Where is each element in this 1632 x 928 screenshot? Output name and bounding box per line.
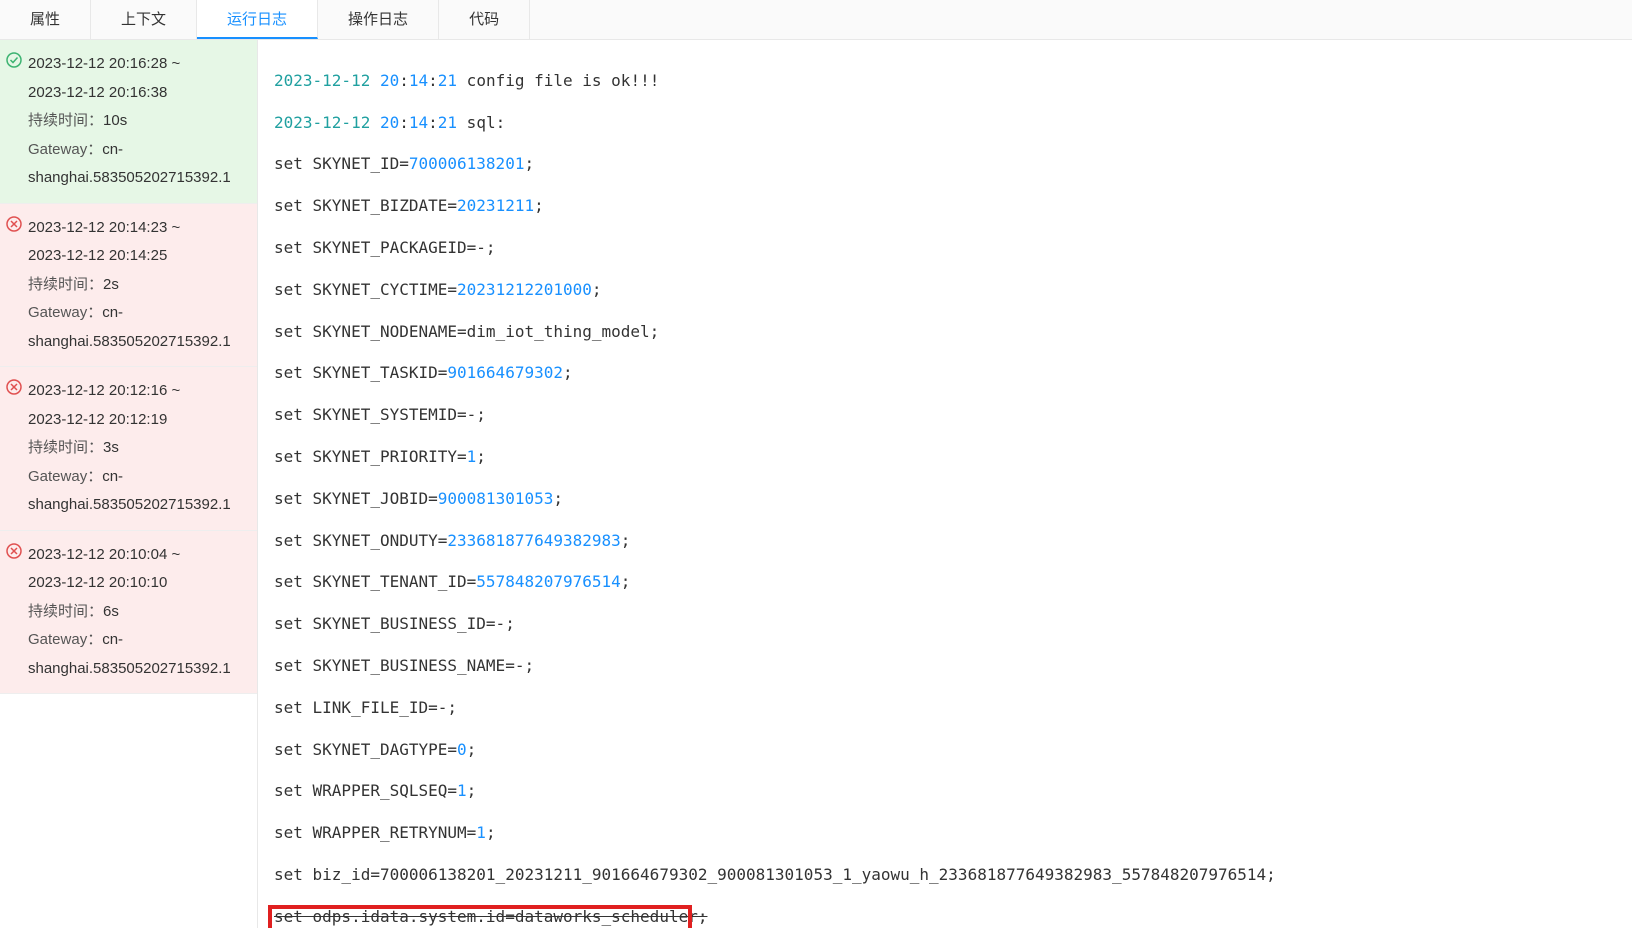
error-icon — [6, 216, 22, 232]
duration-label: 持续时间： — [28, 276, 103, 293]
log-line: set SKYNET_BUSINESS_ID=-; — [274, 614, 1616, 635]
tab-run-log[interactable]: 运行日志 — [197, 0, 318, 39]
tab-code[interactable]: 代码 — [439, 0, 530, 39]
main-area: 2023-12-12 20:16:28 ~ 2023-12-12 20:16:3… — [0, 40, 1632, 928]
run-start-time: 2023-12-12 20:16:28 — [28, 55, 167, 72]
duration-label: 持续时间： — [28, 112, 103, 129]
log-line: set SKYNET_TENANT_ID=557848207976514; — [274, 572, 1616, 593]
log-line: set SKYNET_ONDUTY=233681877649382983; — [274, 531, 1616, 552]
run-start-time: 2023-12-12 20:10:04 — [28, 546, 167, 563]
tab-attributes[interactable]: 属性 — [0, 0, 91, 39]
log-line: set SKYNET_ID=700006138201; — [274, 154, 1616, 175]
gateway-label: Gateway： — [28, 304, 102, 321]
run-history-sidebar[interactable]: 2023-12-12 20:16:28 ~ 2023-12-12 20:16:3… — [0, 40, 258, 928]
run-start-time: 2023-12-12 20:12:16 — [28, 382, 167, 399]
duration-label: 持续时间： — [28, 603, 103, 620]
gateway-label: Gateway： — [28, 141, 102, 158]
run-history-item[interactable]: 2023-12-12 20:14:23 ~ 2023-12-12 20:14:2… — [0, 204, 257, 368]
run-history-item[interactable]: 2023-12-12 20:16:28 ~ 2023-12-12 20:16:3… — [0, 40, 257, 204]
run-history-item[interactable]: 2023-12-12 20:10:04 ~ 2023-12-12 20:10:1… — [0, 531, 257, 695]
gateway-label: Gateway： — [28, 631, 102, 648]
log-line: set SKYNET_TASKID=901664679302; — [274, 363, 1616, 384]
log-line: set LINK_FILE_ID=-; — [274, 698, 1616, 719]
log-line: set WRAPPER_RETRYNUM=1; — [274, 823, 1616, 844]
run-end-time: 2023-12-12 20:10:10 — [28, 569, 249, 598]
log-line: 2023-12-12 20:14:21 sql: — [274, 113, 1616, 134]
log-line: set WRAPPER_SQLSEQ=1; — [274, 781, 1616, 802]
log-line: set SKYNET_CYCTIME=20231212201000; — [274, 280, 1616, 301]
duration-value: 6s — [103, 603, 119, 620]
error-icon — [6, 543, 22, 559]
error-icon — [6, 379, 22, 395]
log-output[interactable]: 2023-12-12 20:14:21 config file is ok!!!… — [258, 40, 1632, 928]
run-end-time: 2023-12-12 20:14:25 — [28, 242, 249, 271]
tab-context[interactable]: 上下文 — [91, 0, 197, 39]
log-line: 2023-12-12 20:14:21 config file is ok!!! — [274, 71, 1616, 92]
duration-label: 持续时间： — [28, 439, 103, 456]
duration-value: 2s — [103, 276, 119, 293]
log-line: set SKYNET_JOBID=900081301053; — [274, 489, 1616, 510]
run-end-time: 2023-12-12 20:12:19 — [28, 406, 249, 435]
log-line: set SKYNET_NODENAME=dim_iot_thing_model; — [274, 322, 1616, 343]
log-line: set SKYNET_DAGTYPE=0; — [274, 740, 1616, 761]
log-line: set biz_id=700006138201_20231211_9016646… — [274, 865, 1616, 886]
run-history-item[interactable]: 2023-12-12 20:12:16 ~ 2023-12-12 20:12:1… — [0, 367, 257, 531]
log-line: set SKYNET_PRIORITY=1; — [274, 447, 1616, 468]
run-start-time: 2023-12-12 20:14:23 — [28, 219, 167, 236]
duration-value: 3s — [103, 439, 119, 456]
log-line: set SKYNET_BUSINESS_NAME=-; — [274, 656, 1616, 677]
tab-bar: 属性 上下文 运行日志 操作日志 代码 — [0, 0, 1632, 40]
log-line: set SKYNET_PACKAGEID=-; — [274, 238, 1616, 259]
log-line: set odps.idata.system.id=dataworks_sched… — [274, 907, 1616, 928]
run-end-time: 2023-12-12 20:16:38 — [28, 79, 249, 108]
log-line: set SKYNET_SYSTEMID=-; — [274, 405, 1616, 426]
success-icon — [6, 52, 22, 68]
duration-value: 10s — [103, 112, 127, 129]
tab-operation-log[interactable]: 操作日志 — [318, 0, 439, 39]
log-line: set SKYNET_BIZDATE=20231211; — [274, 196, 1616, 217]
gateway-label: Gateway： — [28, 468, 102, 485]
